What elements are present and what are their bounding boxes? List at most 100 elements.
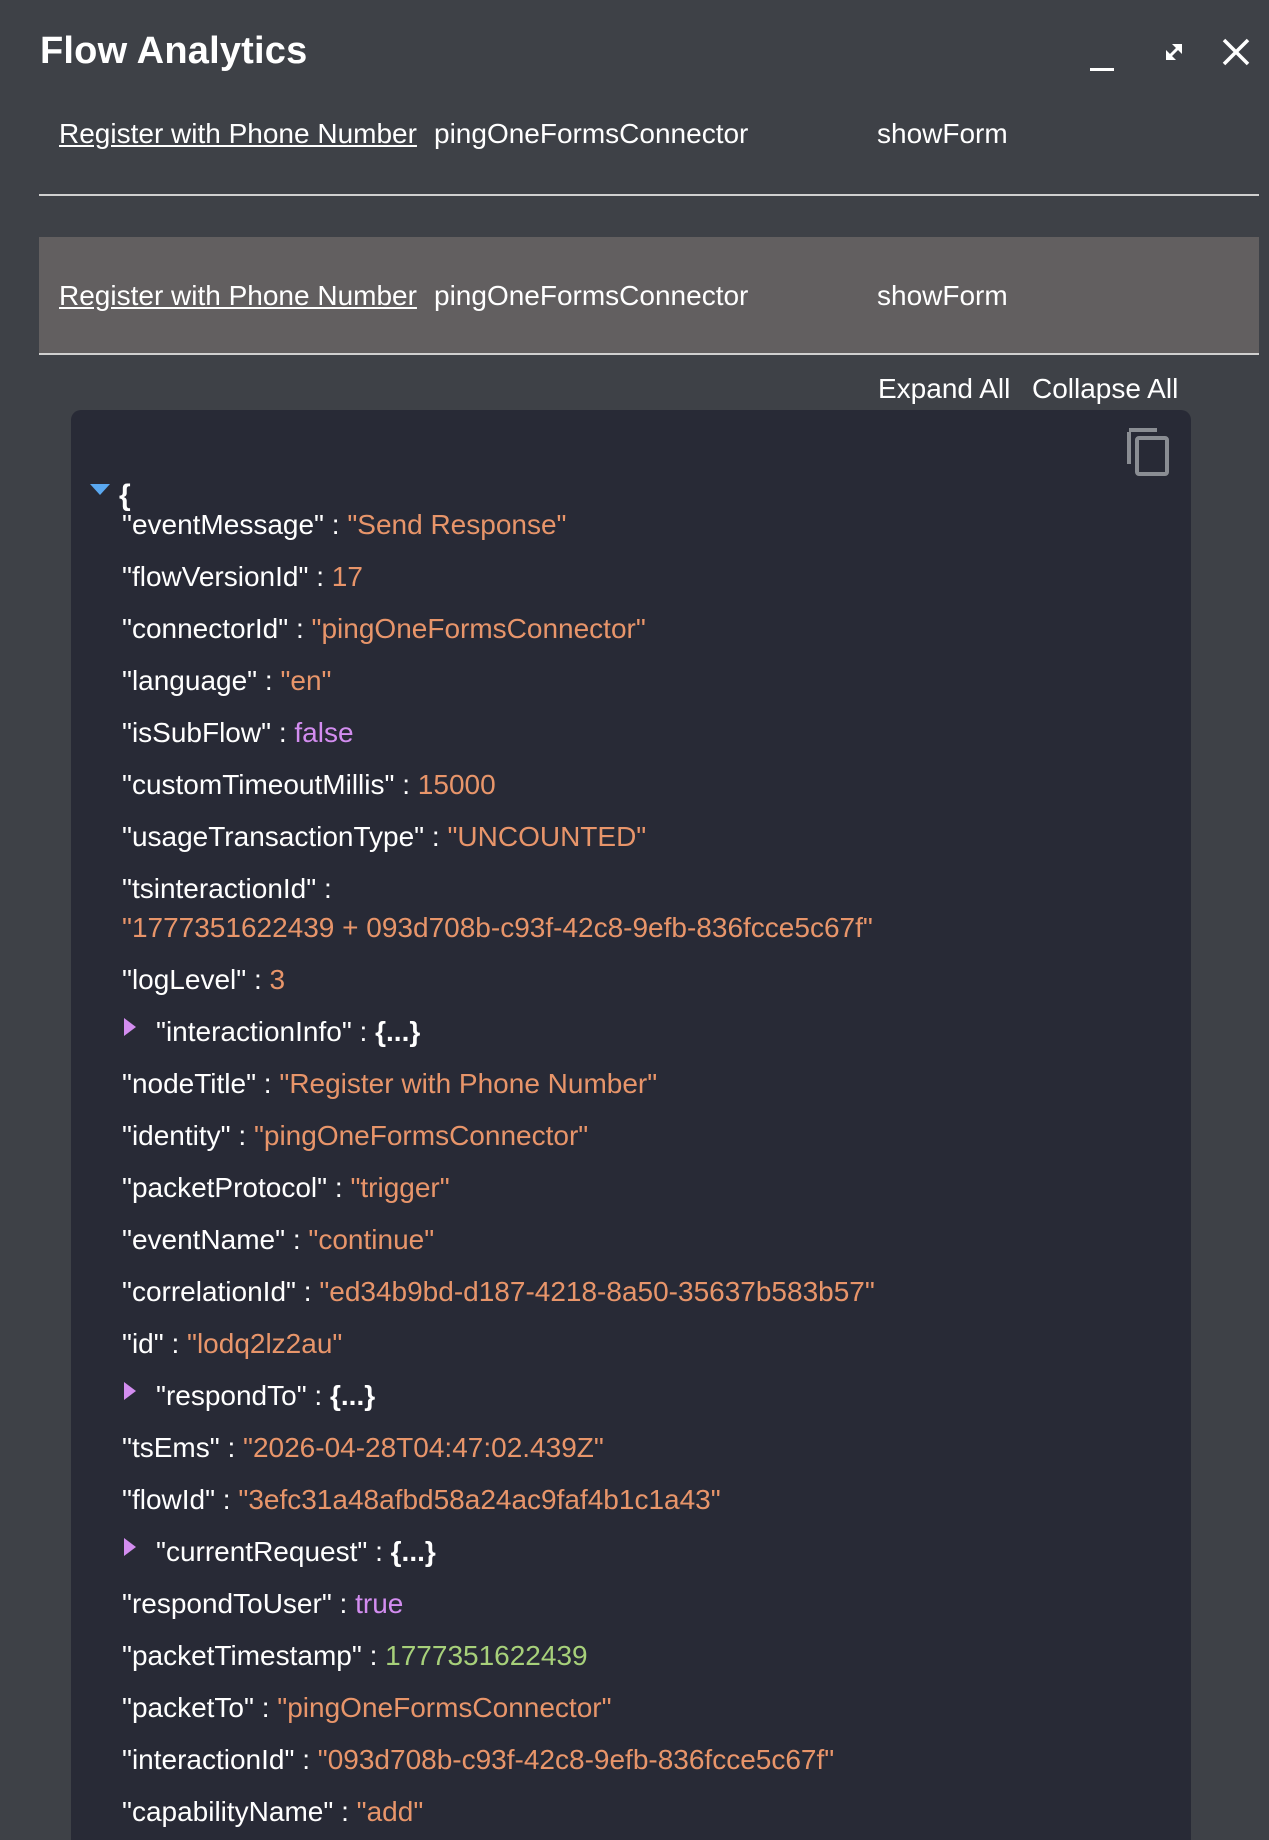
json-property: "packetTimestamp" : 1777351622439	[122, 1639, 588, 1673]
json-value: "trigger"	[350, 1172, 450, 1203]
json-property: "respondToUser" : true	[122, 1587, 403, 1621]
collapse-triangle-icon[interactable]	[124, 1382, 138, 1400]
json-separator: :	[288, 613, 312, 644]
close-icon	[1222, 38, 1250, 66]
json-property: "flowVersionId" : 17	[122, 560, 363, 594]
json-separator: :	[316, 873, 332, 904]
maximize-button[interactable]	[1152, 30, 1196, 74]
json-key: "packetTo"	[122, 1692, 254, 1723]
json-separator: :	[361, 1640, 386, 1671]
json-key: "tsinteractionId"	[122, 873, 317, 904]
json-property: "connectorId" : "pingOneFormsConnector"	[122, 612, 646, 646]
expand-all-button[interactable]: Expand All	[878, 373, 1010, 405]
json-separator: :	[331, 1588, 356, 1619]
copy-icon	[1127, 428, 1169, 476]
json-property: "usageTransactionType" : "UNCOUNTED"	[122, 820, 646, 854]
json-separator: :	[367, 1536, 391, 1567]
json-property[interactable]: "interactionInfo" : {...}	[156, 1015, 420, 1049]
json-separator: :	[308, 561, 332, 592]
expand-triangle-icon[interactable]	[90, 484, 110, 498]
json-property: "customTimeoutMillis" : 15000	[122, 768, 496, 802]
json-separator: :	[253, 1692, 278, 1723]
json-property: "nodeTitle" : "Register with Phone Numbe…	[122, 1067, 657, 1101]
json-key: "connectorId"	[122, 613, 289, 644]
json-value: "pingOneFormsConnector"	[253, 1120, 589, 1151]
json-key: "capabilityName"	[122, 1796, 334, 1827]
json-key: "flowVersionId"	[122, 561, 309, 592]
json-separator: :	[327, 1172, 351, 1203]
json-value: "3efc31a48afbd58a24ac9faf4b1c1a43"	[238, 1484, 721, 1515]
close-button[interactable]	[1214, 30, 1258, 74]
json-collapsed-object[interactable]: {...}	[391, 1536, 436, 1567]
json-value: "add"	[356, 1796, 424, 1827]
json-value: "pingOneFormsConnector"	[277, 1692, 612, 1723]
json-key: "tsEms"	[122, 1432, 220, 1463]
collapse-all-button[interactable]: Collapse All	[1032, 373, 1178, 405]
json-separator: :	[294, 1744, 318, 1775]
json-property: "packetTo" : "pingOneFormsConnector"	[122, 1691, 612, 1725]
json-value: "093d708b-c93f-42c8-9efb-836fcce5c67f"	[317, 1744, 835, 1775]
json-property: "language" : "en"	[122, 664, 331, 698]
json-key: "identity"	[122, 1120, 231, 1151]
json-value: false	[294, 717, 354, 748]
json-value: "Register with Phone Number"	[279, 1068, 658, 1099]
json-separator: :	[424, 821, 448, 852]
json-key: "flowId"	[122, 1484, 216, 1515]
json-separator: :	[394, 769, 418, 800]
json-property[interactable]: "currentRequest" : {...}	[156, 1535, 436, 1569]
json-separator: :	[256, 1068, 280, 1099]
json-separator: :	[333, 1796, 357, 1827]
json-property: "correlationId" : "ed34b9bd-d187-4218-8a…	[122, 1275, 875, 1309]
json-property: "identity" : "pingOneFormsConnector"	[122, 1119, 588, 1153]
capability-cell: showForm	[877, 280, 1008, 311]
collapse-triangle-icon[interactable]	[124, 1018, 138, 1036]
json-key: "packetTimestamp"	[122, 1640, 362, 1671]
node-title-link[interactable]: Register with Phone Number	[59, 118, 417, 150]
window-title: Flow Analytics	[40, 30, 308, 72]
json-property: "eventMessage" : "Send Response"	[122, 508, 566, 542]
maximize-icon	[1166, 44, 1182, 60]
json-value: 15000	[417, 769, 496, 800]
flow-analytics-panel: Flow Analytics Register with Phone Numbe…	[0, 0, 1269, 1840]
capability-cell: showForm	[877, 118, 1008, 149]
json-collapsed-object[interactable]: {...}	[330, 1380, 375, 1411]
json-key: "id"	[122, 1328, 164, 1359]
json-collapsed-object[interactable]: {...}	[375, 1016, 420, 1047]
json-property[interactable]: "respondTo" : {...}	[156, 1379, 375, 1413]
json-separator: :	[285, 1224, 309, 1255]
json-property: "tsEms" : "2026-04-28T04:47:02.439Z"	[122, 1431, 604, 1465]
collapse-triangle-icon[interactable]	[124, 1538, 138, 1556]
json-separator: :	[351, 1016, 376, 1047]
json-value: "lodq2lz2au"	[187, 1328, 343, 1359]
json-value: "ed34b9bd-d187-4218-8a50-35637b583b57"	[319, 1276, 875, 1307]
json-key: "isSubFlow"	[122, 717, 272, 748]
node-title-link[interactable]: Register with Phone Number	[59, 280, 417, 312]
json-separator: :	[257, 665, 281, 696]
json-separator: :	[230, 1120, 254, 1151]
json-value: "2026-04-28T04:47:02.439Z"	[243, 1432, 604, 1463]
json-separator: :	[246, 964, 270, 995]
table-row-selected[interactable]: Register with Phone Number pingOneFormsC…	[39, 237, 1259, 355]
json-separator: :	[215, 1484, 239, 1515]
minimize-button[interactable]	[1080, 30, 1124, 74]
json-key: "correlationId"	[122, 1276, 296, 1307]
json-property: "packetProtocol" : "trigger"	[122, 1171, 450, 1205]
connector-cell: pingOneFormsConnector	[434, 280, 749, 311]
json-property: "id" : "lodq2lz2au"	[122, 1327, 342, 1361]
json-key: "language"	[122, 665, 258, 696]
json-property: "isSubFlow" : false	[122, 716, 354, 750]
title-bar: Flow Analytics	[0, 0, 1269, 100]
json-property: "eventName" : "continue"	[122, 1223, 434, 1257]
table-row[interactable]: Register with Phone Number pingOneFormsC…	[39, 100, 1259, 196]
json-separator: :	[306, 1380, 330, 1411]
json-key: "logLevel"	[122, 964, 247, 995]
json-separator: :	[295, 1276, 320, 1307]
json-separator: :	[271, 717, 295, 748]
copy-button[interactable]	[1123, 424, 1173, 478]
json-value: 1777351622439	[385, 1640, 588, 1671]
json-value: 3	[269, 964, 286, 995]
json-separator: :	[219, 1432, 244, 1463]
json-key: "interactionInfo"	[156, 1016, 352, 1047]
json-value: "en"	[280, 665, 332, 696]
json-key: "eventMessage"	[122, 509, 324, 540]
